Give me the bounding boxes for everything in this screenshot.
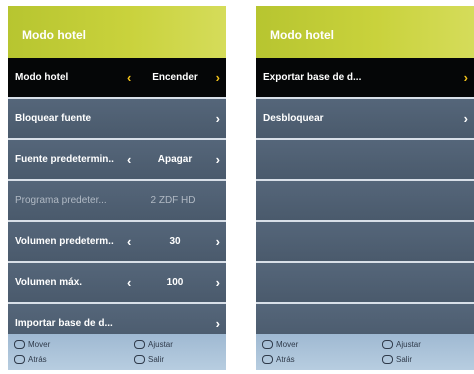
exit-key-icon bbox=[382, 355, 393, 365]
hint-adjust: Ajustar bbox=[382, 340, 421, 350]
hint-back: Atrás bbox=[14, 355, 47, 365]
menu-item-default-source[interactable]: Fuente predetermin.. ‹ Apagar › bbox=[8, 140, 226, 181]
menu-item-unlock[interactable]: Desbloquear › bbox=[256, 99, 474, 140]
hint-label: Ajustar bbox=[148, 340, 173, 349]
back-key-icon bbox=[262, 355, 273, 365]
hint-back: Atrás bbox=[262, 355, 295, 365]
key-hints-bar: Mover Atrás Ajustar Salir bbox=[256, 334, 474, 370]
chevron-right-icon[interactable]: › bbox=[464, 70, 468, 85]
chevron-right-icon[interactable]: › bbox=[216, 70, 220, 85]
hint-exit: Salir bbox=[382, 355, 413, 365]
chevron-right-icon[interactable]: › bbox=[216, 234, 220, 249]
menu-item-value: Encender bbox=[152, 72, 198, 83]
chevron-right-icon[interactable]: › bbox=[216, 275, 220, 290]
menu-item-default-volume[interactable]: Volumen predeterm.. ‹ 30 › bbox=[8, 222, 226, 263]
hint-move: Mover bbox=[262, 340, 299, 350]
hotel-mode-menu-left: Modo hotel Modo hotel ‹ Encender › Bloqu… bbox=[8, 6, 226, 370]
menu-empty-row bbox=[256, 263, 474, 304]
chevron-left-icon[interactable]: ‹ bbox=[127, 152, 131, 167]
menu-item-label: Bloquear fuente bbox=[15, 113, 92, 124]
ok-key-icon bbox=[382, 340, 393, 350]
menu-item-hotel-mode[interactable]: Modo hotel ‹ Encender › bbox=[8, 58, 226, 99]
exit-key-icon bbox=[134, 355, 145, 365]
chevron-left-icon[interactable]: ‹ bbox=[127, 234, 131, 249]
menu-empty-row bbox=[256, 181, 474, 222]
chevron-left-icon[interactable]: ‹ bbox=[127, 70, 131, 85]
menu-item-label: Desbloquear bbox=[263, 113, 324, 124]
menu-title: Modo hotel bbox=[256, 6, 474, 58]
chevron-right-icon[interactable]: › bbox=[216, 316, 220, 331]
key-hints-bar: Mover Atrás Ajustar Salir bbox=[8, 334, 226, 370]
hint-move: Mover bbox=[14, 340, 51, 350]
hint-label: Salir bbox=[396, 355, 413, 364]
menu-item-label: Importar base de d... bbox=[15, 318, 113, 329]
hint-label: Atrás bbox=[276, 355, 295, 364]
menu-empty-row bbox=[256, 140, 474, 181]
menu-item-label: Fuente predetermin.. bbox=[15, 154, 114, 165]
back-key-icon bbox=[14, 355, 25, 365]
menu-item-lock-source[interactable]: Bloquear fuente › bbox=[8, 99, 226, 140]
hint-label: Atrás bbox=[28, 355, 47, 364]
menu-item-value: Apagar bbox=[157, 154, 193, 165]
hint-label: Mover bbox=[276, 340, 299, 349]
menu-item-max-volume[interactable]: Volumen máx. ‹ 100 › bbox=[8, 263, 226, 304]
hotel-mode-menu-right: Modo hotel Exportar base de d... › Desbl… bbox=[256, 6, 474, 370]
menu-item-label: Programa predeter... bbox=[15, 195, 107, 206]
hint-adjust: Ajustar bbox=[134, 340, 173, 350]
menu-item-label: Volumen máx. bbox=[15, 277, 83, 288]
chevron-right-icon[interactable]: › bbox=[464, 111, 468, 126]
menu-item-value: 2 ZDF HD bbox=[150, 195, 196, 206]
chevron-right-icon[interactable]: › bbox=[216, 152, 220, 167]
ok-key-icon bbox=[134, 340, 145, 350]
menu-item-default-program: Programa predeter... 2 ZDF HD bbox=[8, 181, 226, 222]
menu-item-value: 100 bbox=[166, 277, 184, 288]
dpad-icon bbox=[14, 340, 25, 350]
dpad-icon bbox=[262, 340, 273, 350]
chevron-right-icon[interactable]: › bbox=[216, 111, 220, 126]
hint-label: Mover bbox=[28, 340, 51, 349]
menu-title: Modo hotel bbox=[8, 6, 226, 58]
hint-label: Salir bbox=[148, 355, 165, 364]
menu-item-value: 30 bbox=[169, 236, 181, 247]
chevron-left-icon[interactable]: ‹ bbox=[127, 275, 131, 290]
menu-item-label: Exportar base de d... bbox=[263, 72, 362, 83]
menu-item-export-database[interactable]: Exportar base de d... › bbox=[256, 58, 474, 99]
hint-exit: Salir bbox=[134, 355, 165, 365]
menu-item-label: Modo hotel bbox=[15, 72, 69, 83]
menu-item-label: Volumen predeterm.. bbox=[15, 236, 114, 247]
menu-empty-row bbox=[256, 222, 474, 263]
hint-label: Ajustar bbox=[396, 340, 421, 349]
